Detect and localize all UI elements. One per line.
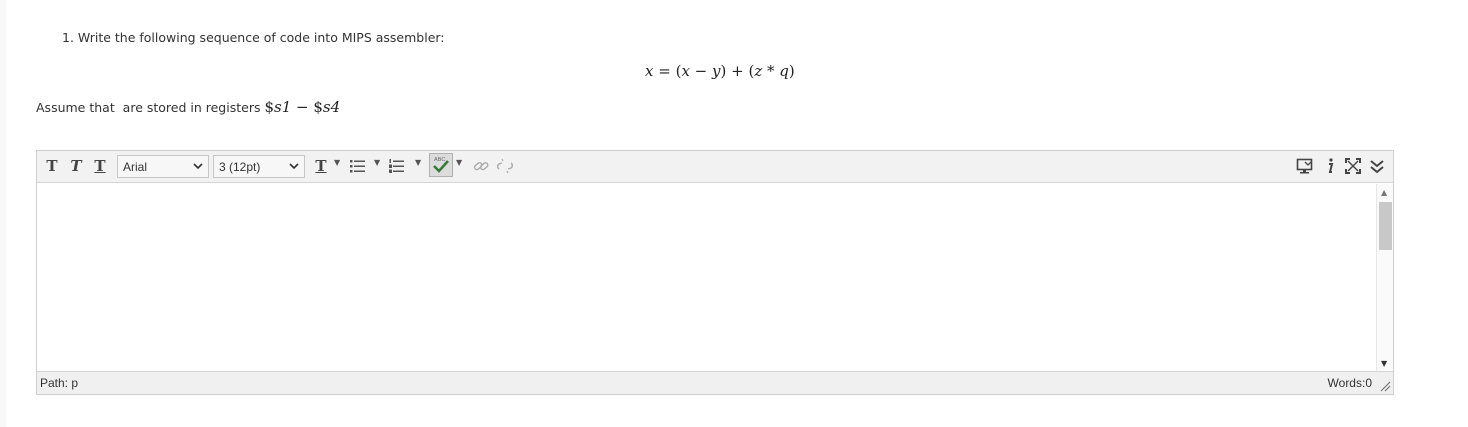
- equation-var-y: y: [712, 62, 721, 80]
- editor-toolbar: T T T Arial 3 (12pt) T ▼ ▼ ▼ ABC ▼: [37, 151, 1393, 183]
- spellcheck-dropdown-arrow[interactable]: ▼: [456, 158, 462, 167]
- italic-button[interactable]: T: [65, 155, 87, 177]
- assumption-label: Assume that are stored in registers: [36, 100, 265, 115]
- equation-times: *: [762, 62, 780, 80]
- font-size-select[interactable]: 3 (12pt): [213, 155, 305, 178]
- scroll-down-arrow[interactable]: ▼: [1381, 359, 1387, 368]
- equation-paren: ): [788, 62, 795, 80]
- spellcheck-button[interactable]: ABC: [429, 153, 453, 177]
- text-format-button[interactable]: T: [310, 155, 332, 177]
- equation: x = (x − y) + (z * q): [645, 62, 795, 80]
- chevron-down-icon: [289, 159, 299, 176]
- rich-text-editor: T T T Arial 3 (12pt) T ▼ ▼ ▼ ABC ▼ ▲ ▼ P…: [36, 150, 1394, 395]
- equation-equals: =: [653, 62, 676, 80]
- chevron-down-icon: [193, 159, 203, 176]
- font-family-select[interactable]: Arial: [117, 155, 209, 178]
- editor-scrollbar[interactable]: ▲ ▼: [1376, 184, 1393, 372]
- expand-toolbar-button[interactable]: [1367, 156, 1387, 176]
- underline-button[interactable]: T: [89, 155, 111, 177]
- equation-var-x: x: [681, 62, 690, 80]
- expand-icon: [1370, 160, 1384, 174]
- register-end: s4: [322, 98, 341, 116]
- font-size-value: 3 (12pt): [219, 159, 261, 174]
- ordered-list-dropdown-arrow[interactable]: ▼: [415, 158, 421, 167]
- resize-handle-icon[interactable]: [1379, 380, 1391, 392]
- register-dollar: $: [264, 98, 274, 116]
- scroll-up-arrow[interactable]: ▲: [1381, 188, 1387, 197]
- register-start: s1: [274, 98, 292, 116]
- preview-button[interactable]: [1295, 156, 1315, 176]
- equation-var-q: q: [779, 62, 789, 80]
- register-range: $s1 − $s4: [264, 98, 340, 116]
- assumption-text: Assume that are stored in registers $s1 …: [36, 98, 340, 116]
- ordered-list-button[interactable]: [387, 156, 407, 176]
- register-dash: −: [291, 98, 314, 116]
- fullscreen-icon: [1345, 158, 1361, 174]
- info-icon: [1328, 158, 1334, 173]
- word-count: Words:0: [1327, 376, 1372, 390]
- font-color-icon: T: [315, 157, 327, 175]
- link-icon: [473, 162, 489, 171]
- unordered-list-button[interactable]: [348, 156, 368, 176]
- spellcheck-icon: ABC: [433, 157, 449, 173]
- unlink-button[interactable]: [495, 156, 515, 176]
- info-button[interactable]: [1320, 156, 1340, 176]
- bold-button[interactable]: T: [41, 155, 63, 177]
- equation-plus: +: [726, 62, 749, 80]
- underline-icon: T: [94, 157, 106, 175]
- question-number: 1.: [62, 30, 74, 45]
- editor-content-area[interactable]: [37, 184, 1377, 372]
- insert-link-button[interactable]: [471, 156, 491, 176]
- italic-icon: T: [70, 157, 82, 175]
- equation-minus: −: [689, 62, 713, 80]
- spellcheck-badge: ABC: [434, 157, 445, 163]
- unordered-list-dropdown-arrow[interactable]: ▼: [374, 158, 380, 167]
- font-family-value: Arial: [123, 159, 148, 174]
- left-margin-strip: [0, 0, 6, 427]
- bold-icon: T: [46, 157, 58, 175]
- editor-statusbar: Path: p Words:0: [37, 371, 1393, 394]
- fullscreen-button[interactable]: [1343, 156, 1363, 176]
- ordered-list-icon: [389, 159, 404, 173]
- question-text: Write the following sequence of code int…: [77, 30, 445, 45]
- text-format-dropdown-arrow[interactable]: ▼: [334, 158, 340, 167]
- element-path: Path: p: [40, 376, 79, 390]
- unordered-list-icon: [350, 160, 365, 173]
- register-dollar: $: [313, 98, 323, 116]
- question-prompt: 1. Write the following sequence of code …: [62, 30, 445, 45]
- scroll-thumb[interactable]: [1379, 202, 1392, 250]
- unlink-icon: [497, 158, 513, 174]
- preview-icon: [1296, 158, 1313, 174]
